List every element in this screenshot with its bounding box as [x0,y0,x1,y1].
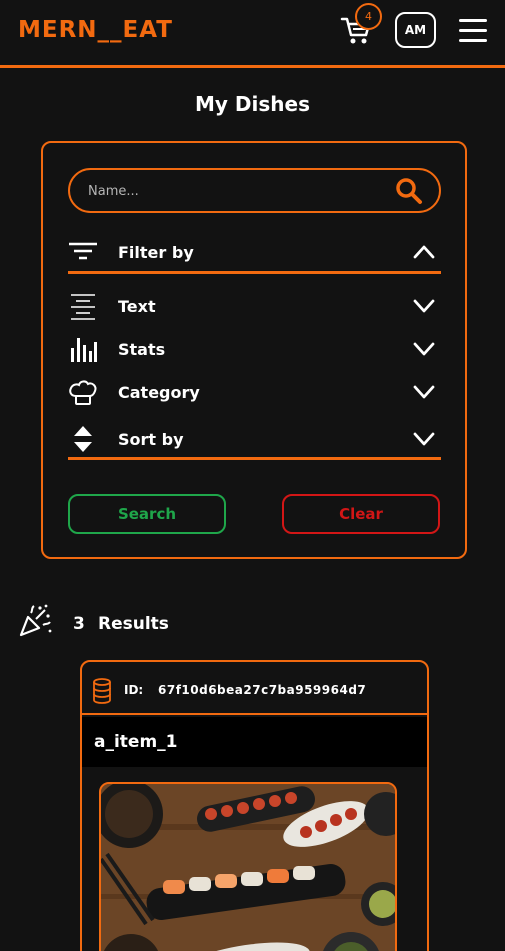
top-navbar: MERN__EAT 4 AM [0,0,505,68]
bar-chart-icon [71,338,97,362]
filter-section-sort[interactable]: Sort by [68,424,441,454]
filter-section-category[interactable]: Category [68,377,441,407]
chevron-down-icon [413,342,435,356]
app-logo[interactable]: MERN__EAT [18,17,173,43]
user-avatar-button[interactable]: AM [395,12,436,48]
filter-section-stats[interactable]: Stats [68,334,441,364]
filter-section-label: Category [118,383,200,402]
database-icon [93,678,111,704]
filter-section-text[interactable]: Text [68,291,441,321]
clear-button[interactable]: Clear [282,494,440,534]
hamburger-menu-icon[interactable] [459,19,487,43]
sort-icon [74,426,92,452]
search-input[interactable] [88,179,378,203]
cart-count-badge: 4 [355,3,382,30]
filter-by-toggle[interactable]: Filter by [68,237,441,267]
dish-id-label: ID: [124,683,144,697]
filter-section-label: Stats [118,340,166,359]
dish-card[interactable]: ID: 67f10d6bea27c7ba959964d7 a_item_1 [80,660,429,951]
chevron-up-icon [413,245,435,259]
chevron-down-icon [413,432,435,446]
chevron-down-icon [413,385,435,399]
filter-divider [68,457,441,460]
align-center-icon [71,294,95,320]
dish-name-bar: a_item_1 [82,717,427,767]
dish-id-row: ID: 67f10d6bea27c7ba959964d7 [82,662,427,715]
filter-by-label: Filter by [118,243,194,262]
page-title: My Dishes [195,92,310,116]
filter-section-label: Sort by [118,430,184,449]
dish-image[interactable] [99,782,397,951]
dish-name: a_item_1 [94,732,178,752]
filter-icon [69,242,97,260]
chef-hat-icon [69,380,97,405]
party-popper-icon [19,604,52,637]
results-label: Results [98,614,169,634]
results-count: 3 [73,614,85,634]
search-button[interactable]: Search [68,494,226,534]
filter-divider [68,271,441,274]
sushi-platter-image [101,784,395,951]
search-icon[interactable] [395,177,423,205]
chevron-down-icon [413,299,435,313]
filter-section-label: Text [118,297,156,316]
dish-id-value: 67f10d6bea27c7ba959964d7 [158,683,367,697]
search-bar [68,168,441,213]
filter-panel: Filter by Text Stats [41,141,467,559]
